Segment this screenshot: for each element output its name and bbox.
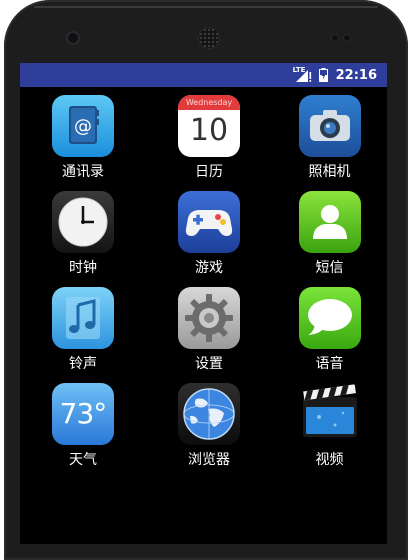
battery-charging-icon — [318, 68, 328, 82]
globe-icon — [178, 383, 240, 445]
calendar-day: 10 — [189, 113, 229, 148]
app-label: 时钟 — [69, 260, 97, 276]
status-icons: LTE — [293, 66, 328, 82]
app-label: 游戏 — [195, 260, 223, 276]
app-contacts[interactable]: @ 通讯录 — [20, 95, 146, 191]
home-screen: LTE 22:16 @ 通讯录 Wednesday 10 日历 照相机 时钟 游… — [20, 63, 387, 544]
gamepad-icon — [178, 191, 240, 253]
app-label: 浏览器 — [188, 452, 230, 468]
app-label: 日历 — [195, 164, 223, 180]
app-sms[interactable]: 短信 — [272, 191, 387, 287]
app-label: 天气 — [69, 452, 97, 468]
svg-text:@: @ — [74, 116, 92, 137]
clock-icon — [52, 191, 114, 253]
proximity-sensor-icon — [332, 35, 338, 41]
app-label: 照相机 — [308, 164, 351, 180]
camera-icon — [298, 95, 361, 157]
app-voice[interactable]: 语音 — [272, 287, 387, 383]
front-camera-icon — [68, 33, 78, 43]
calendar-icon: Wednesday 10 — [178, 95, 240, 157]
app-label: 铃声 — [69, 356, 97, 372]
gear-icon — [178, 287, 240, 349]
app-grid: @ 通讯录 Wednesday 10 日历 照相机 时钟 游戏 短信 铃声 设置… — [20, 95, 387, 479]
app-ringtone[interactable]: 铃声 — [20, 287, 146, 383]
lte-signal-icon: LTE — [293, 66, 313, 82]
app-label: 视频 — [315, 452, 344, 468]
app-video[interactable]: 视频 — [272, 383, 387, 479]
app-label: 短信 — [315, 260, 344, 276]
frame-highlight — [34, 6, 378, 8]
app-label: 通讯录 — [62, 164, 104, 180]
app-browser[interactable]: 浏览器 — [146, 383, 272, 479]
contacts-icon: @ — [52, 95, 114, 157]
status-time: 22:16 — [335, 67, 377, 83]
app-label: 设置 — [195, 356, 223, 372]
status-bar: LTE 22:16 — [20, 63, 387, 87]
contact-person-icon — [298, 191, 361, 253]
weather-icon: 73° — [52, 383, 114, 445]
speech-bubble-icon — [298, 287, 361, 349]
clapperboard-icon — [299, 383, 361, 445]
app-weather[interactable]: 73° 天气 — [20, 383, 146, 479]
app-settings[interactable]: 设置 — [146, 287, 272, 383]
app-clock[interactable]: 时钟 — [20, 191, 146, 287]
light-sensor-icon — [344, 35, 350, 41]
music-note-icon — [52, 287, 114, 349]
app-label: 语音 — [315, 356, 344, 372]
app-camera[interactable]: 照相机 — [272, 95, 387, 191]
calendar-weekday: Wednesday — [178, 95, 240, 110]
app-games[interactable]: 游戏 — [146, 191, 272, 287]
earpiece-speaker-icon — [199, 28, 219, 48]
app-calendar[interactable]: Wednesday 10 日历 — [146, 95, 272, 191]
weather-temperature: 73° — [59, 397, 108, 430]
